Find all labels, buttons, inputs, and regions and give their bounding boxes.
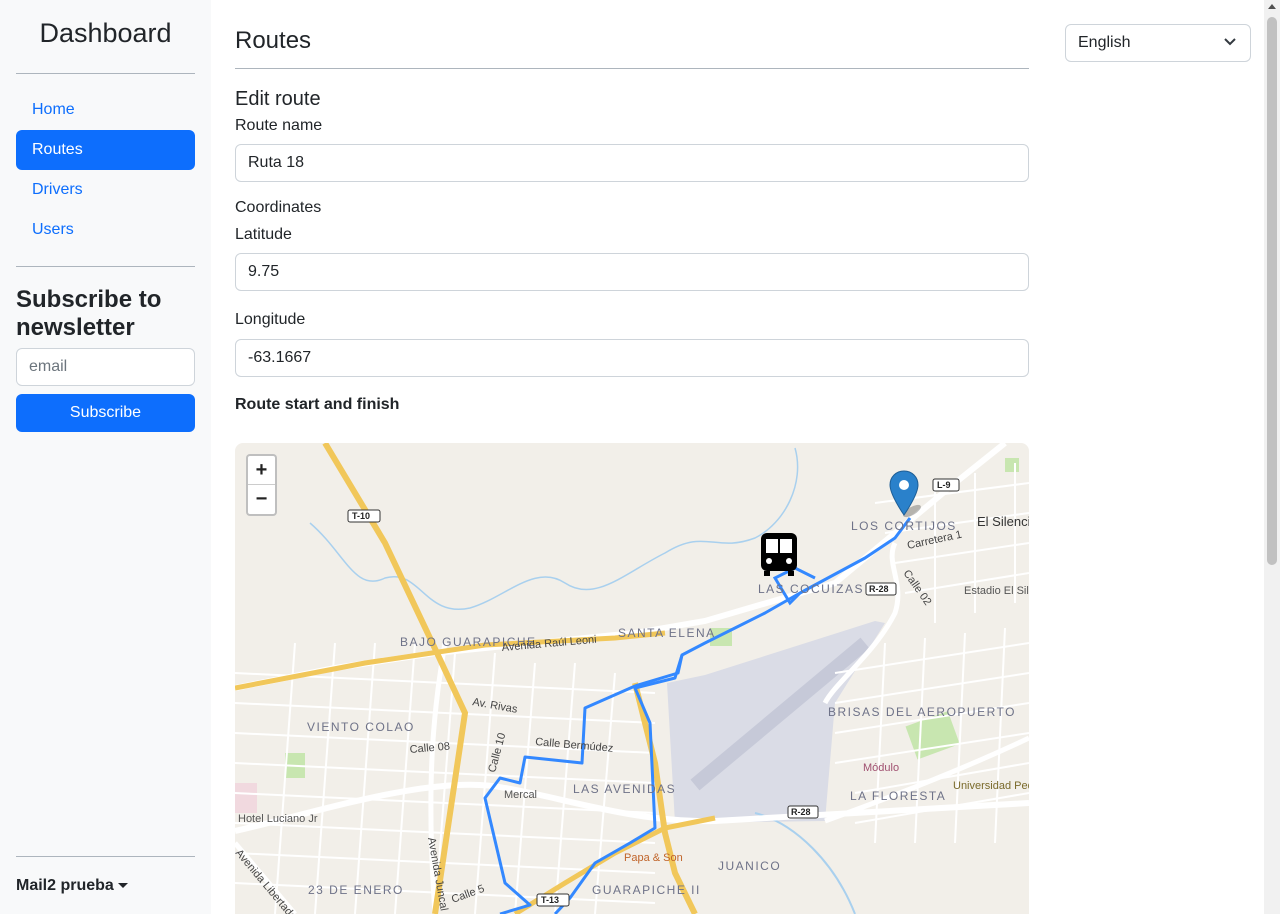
route-name-label: Route name xyxy=(235,117,323,134)
area-label: BRISAS DEL AEROPUERTO xyxy=(828,705,1016,719)
river xyxy=(309,447,799,611)
scrollbar-thumb[interactable] xyxy=(1267,17,1277,565)
street-label: Calle 08 xyxy=(409,741,450,756)
nav-item-home[interactable]: Home xyxy=(16,90,195,130)
road-shield: L-9 xyxy=(937,480,951,490)
area-label: LOS CORTIJOS xyxy=(851,519,957,533)
sidebar: Dashboard Home Routes Drivers Users Subs… xyxy=(0,0,211,914)
street-label: Avenida Libertador xyxy=(235,847,301,914)
nav-item-users[interactable]: Users xyxy=(16,210,195,250)
poi-label: Módulo xyxy=(863,762,899,774)
main-content: Routes Edit route Route name Coordinates… xyxy=(235,0,1029,414)
area-label: LA FLORESTA xyxy=(850,789,946,803)
area-label: LAS COCUIZAS xyxy=(758,582,864,596)
page-title: Routes xyxy=(235,27,1029,69)
caret-down-icon xyxy=(117,883,128,889)
area-label: VIENTO COLAO xyxy=(307,720,415,734)
user-menu-dropdown[interactable]: Mail2 prueba xyxy=(16,856,195,914)
route-map-label: Route start and finish xyxy=(235,396,400,413)
route-map[interactable]: LOS CORTIJOS LAS COCUIZAS BAJO GUARAPICH… xyxy=(235,443,1029,914)
page-scrollbar[interactable] xyxy=(1264,0,1280,914)
map-tiles[interactable]: LOS CORTIJOS LAS COCUIZAS BAJO GUARAPICH… xyxy=(235,443,1029,914)
zoom-out-button[interactable]: − xyxy=(248,485,275,514)
road-shield: T-13 xyxy=(541,895,559,905)
area-label: LAS AVENIDAS xyxy=(573,782,676,796)
language-value: English xyxy=(1078,34,1131,51)
street-label: Calle 02 xyxy=(901,568,934,608)
park-area xyxy=(235,783,257,813)
poi-label: Hotel Luciano Jr xyxy=(238,813,318,825)
poi-label: Mercal xyxy=(504,789,537,801)
edit-route-title: Edit route xyxy=(235,88,321,110)
chevron-down-icon xyxy=(1224,38,1236,46)
area-label: SANTA ELENA xyxy=(618,626,716,640)
poi-label: Estadio El Silencio xyxy=(964,585,1029,597)
street-label: Calle 10 xyxy=(486,732,508,774)
poi-label: Papa & Son xyxy=(624,852,683,864)
street-label: Calle 5 xyxy=(450,883,486,906)
road-shield: R-28 xyxy=(791,807,811,817)
street-label: Calle Bermúdez xyxy=(535,736,614,755)
newsletter-email-input[interactable] xyxy=(16,348,195,386)
scroll-up-icon[interactable] xyxy=(1268,4,1276,9)
coordinates-heading: Coordinates xyxy=(235,199,322,216)
route-name-input[interactable] xyxy=(235,144,1029,182)
longitude-label: Longitude xyxy=(235,311,306,328)
user-name: Mail2 prueba xyxy=(16,877,114,894)
nav-item-drivers[interactable]: Drivers xyxy=(16,170,195,210)
language-select[interactable]: English xyxy=(1065,24,1251,62)
longitude-input[interactable] xyxy=(235,339,1029,377)
latitude-label: Latitude xyxy=(235,226,292,243)
zoom-control: + − xyxy=(246,454,277,516)
road-shield: T-10 xyxy=(352,511,370,521)
zoom-in-button[interactable]: + xyxy=(248,456,275,485)
area-label: GUARAPICHE II xyxy=(592,883,701,897)
bus-icon xyxy=(761,533,797,576)
poi-label: Universidad Pedagógica Experimental Libe… xyxy=(953,780,1029,792)
street-label: Av. Rivas xyxy=(471,696,518,716)
area-label: 23 DE ENERO xyxy=(308,883,404,897)
road-shield: R-28 xyxy=(869,584,889,594)
brand-title: Dashboard xyxy=(16,0,195,74)
latitude-input[interactable] xyxy=(235,253,1029,291)
area-label: JUANICO xyxy=(718,859,781,873)
sidebar-nav: Home Routes Drivers Users xyxy=(16,74,195,267)
town-label: El Silencio xyxy=(977,514,1029,529)
park-area xyxy=(1005,458,1019,472)
subscribe-button[interactable]: Subscribe xyxy=(16,394,195,432)
nav-item-routes[interactable]: Routes xyxy=(16,130,195,170)
newsletter-title: Subscribe to newsletter xyxy=(16,286,162,341)
